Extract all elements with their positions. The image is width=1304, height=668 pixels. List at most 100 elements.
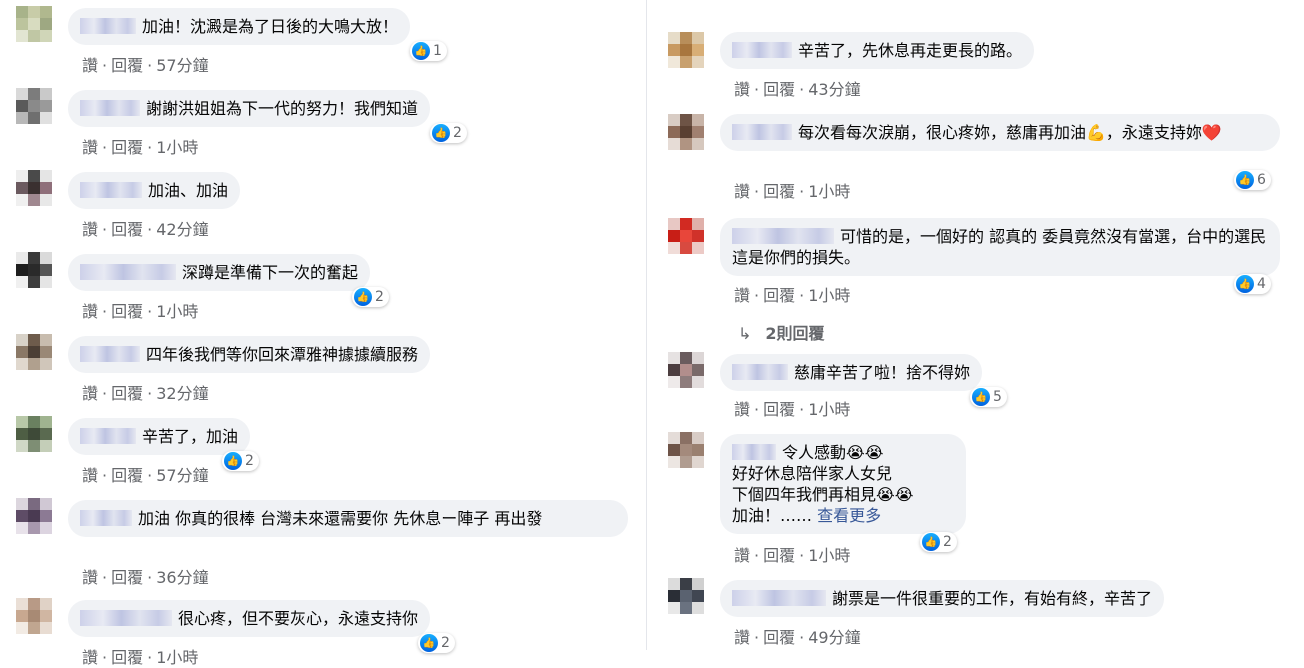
reply-action[interactable]: 回覆	[111, 466, 143, 485]
reply-action[interactable]: 回覆	[763, 286, 795, 305]
timestamp[interactable]: 1小時	[156, 648, 198, 667]
avatar[interactable]	[16, 416, 52, 452]
reply-action[interactable]: 回覆	[111, 648, 143, 667]
reply-action[interactable]: 回覆	[111, 384, 143, 403]
avatar[interactable]	[16, 170, 52, 206]
timestamp[interactable]: 1小時	[808, 400, 850, 419]
like-action[interactable]: 讚	[734, 546, 750, 565]
timestamp[interactable]: 57分鐘	[156, 466, 208, 485]
commenter-name[interactable]	[732, 444, 776, 460]
comment-actions: 讚 · 回覆 · 1小時	[82, 302, 199, 321]
comment-actions: 讚 · 回覆 · 43分鐘	[734, 80, 861, 99]
like-action[interactable]: 讚	[82, 138, 98, 157]
comment-text: 很心疼，但不要灰心，永遠支持你	[178, 609, 419, 628]
thumbs-up-icon: 👍	[922, 533, 940, 551]
timestamp[interactable]: 49分鐘	[808, 628, 860, 647]
timestamp[interactable]: 43分鐘	[808, 80, 860, 99]
comment-text: 加油 你真的很棒 台灣未來還需要你 先休息ー陣子 再出發	[138, 509, 543, 528]
like-action[interactable]: 讚	[82, 384, 98, 403]
timestamp[interactable]: 1小時	[808, 286, 850, 305]
like-action[interactable]: 讚	[82, 568, 98, 587]
reply-action[interactable]: 回覆	[763, 546, 795, 565]
commenter-name[interactable]	[80, 610, 172, 626]
avatar[interactable]	[668, 352, 704, 388]
avatar[interactable]	[668, 578, 704, 614]
commenter-name[interactable]	[80, 182, 142, 198]
reply-action[interactable]: 回覆	[111, 56, 143, 75]
commenter-name[interactable]	[80, 100, 140, 116]
comment-actions: 讚 · 回覆 · 1小時	[734, 546, 851, 565]
like-action[interactable]: 讚	[734, 182, 750, 201]
reply-action[interactable]: 回覆	[763, 400, 795, 419]
like-action[interactable]: 讚	[734, 286, 750, 305]
reply-action[interactable]: 回覆	[111, 138, 143, 157]
avatar[interactable]	[16, 88, 52, 124]
reaction-count[interactable]: 👍 4	[1234, 274, 1271, 294]
comment-bubble: 辛苦了，先休息再走更長的路。	[720, 32, 1035, 69]
comment-bubble: 每次看每次淚崩，很心疼妳，慈庸再加油💪，永遠支持妳❤️	[720, 114, 1280, 151]
commenter-name[interactable]	[80, 428, 136, 444]
comment-text: 謝票是一件很重要的工作，有始有終，辛苦了	[832, 589, 1153, 608]
avatar[interactable]	[668, 32, 704, 68]
reaction-count[interactable]: 👍 2	[430, 123, 467, 143]
comment-text: 辛苦了，先休息再走更長的路。	[798, 41, 1023, 60]
reply-action[interactable]: 回覆	[763, 628, 795, 647]
timestamp[interactable]: 1小時	[156, 302, 198, 321]
like-action[interactable]: 讚	[82, 220, 98, 239]
reaction-count[interactable]: 👍 1	[410, 41, 447, 61]
avatar[interactable]	[16, 6, 52, 42]
reaction-count[interactable]: 👍 2	[920, 532, 957, 552]
like-action[interactable]: 讚	[82, 466, 98, 485]
reply-action[interactable]: 回覆	[111, 302, 143, 321]
avatar[interactable]	[668, 432, 704, 468]
commenter-name[interactable]	[732, 42, 792, 58]
avatar[interactable]	[668, 218, 704, 254]
like-action[interactable]: 讚	[82, 56, 98, 75]
commenter-name[interactable]	[732, 590, 826, 606]
comment-text: 令人感動😭😭	[782, 443, 884, 462]
timestamp[interactable]: 1小時	[156, 138, 198, 157]
see-more-link[interactable]: 查看更多	[817, 506, 881, 525]
like-action[interactable]: 讚	[82, 302, 98, 321]
commenter-name[interactable]	[80, 18, 136, 34]
like-action[interactable]: 讚	[734, 80, 750, 99]
thumbs-up-icon: 👍	[1236, 275, 1254, 293]
commenter-name[interactable]	[80, 346, 140, 362]
commenter-name[interactable]	[732, 364, 788, 380]
timestamp[interactable]: 1小時	[808, 182, 850, 201]
reaction-count[interactable]: 👍 5	[970, 387, 1007, 407]
comment-text: 四年後我們等你回來潭雅神據據續服務	[146, 345, 419, 364]
commenter-name[interactable]	[732, 124, 792, 140]
avatar[interactable]	[16, 598, 52, 634]
comment-bubble: 謝票是一件很重要的工作，有始有終，辛苦了	[720, 580, 1165, 617]
reaction-count[interactable]: 👍 6	[1234, 170, 1271, 190]
reaction-count[interactable]: 👍 2	[418, 633, 455, 653]
comment-actions: 讚 · 回覆 · 32分鐘	[82, 384, 209, 403]
like-action[interactable]: 讚	[734, 628, 750, 647]
reaction-count[interactable]: 👍 2	[352, 287, 389, 307]
reply-action[interactable]: 回覆	[763, 182, 795, 201]
comment-actions: 讚 · 回覆 · 42分鐘	[82, 220, 209, 239]
thumbs-up-icon: 👍	[1236, 171, 1254, 189]
avatar[interactable]	[668, 114, 704, 150]
commenter-name[interactable]	[80, 264, 176, 280]
view-replies-link[interactable]: ↳ 2則回覆	[738, 320, 825, 344]
timestamp[interactable]: 32分鐘	[156, 384, 208, 403]
reaction-count[interactable]: 👍 2	[222, 451, 259, 471]
like-action[interactable]: 讚	[82, 648, 98, 667]
avatar[interactable]	[16, 498, 52, 534]
timestamp[interactable]: 42分鐘	[156, 220, 208, 239]
reply-action[interactable]: 回覆	[763, 80, 795, 99]
comment-bubble: 加油！沈澱是為了日後的大鳴大放！	[68, 8, 411, 45]
timestamp[interactable]: 1小時	[808, 546, 850, 565]
reply-action[interactable]: 回覆	[111, 568, 143, 587]
avatar[interactable]	[16, 334, 52, 370]
timestamp[interactable]: 36分鐘	[156, 568, 208, 587]
comment-bubble: 辛苦了，加油	[68, 418, 251, 455]
reply-action[interactable]: 回覆	[111, 220, 143, 239]
like-action[interactable]: 讚	[734, 400, 750, 419]
commenter-name[interactable]	[80, 510, 132, 526]
timestamp[interactable]: 57分鐘	[156, 56, 208, 75]
avatar[interactable]	[16, 252, 52, 288]
commenter-name[interactable]	[732, 228, 834, 244]
